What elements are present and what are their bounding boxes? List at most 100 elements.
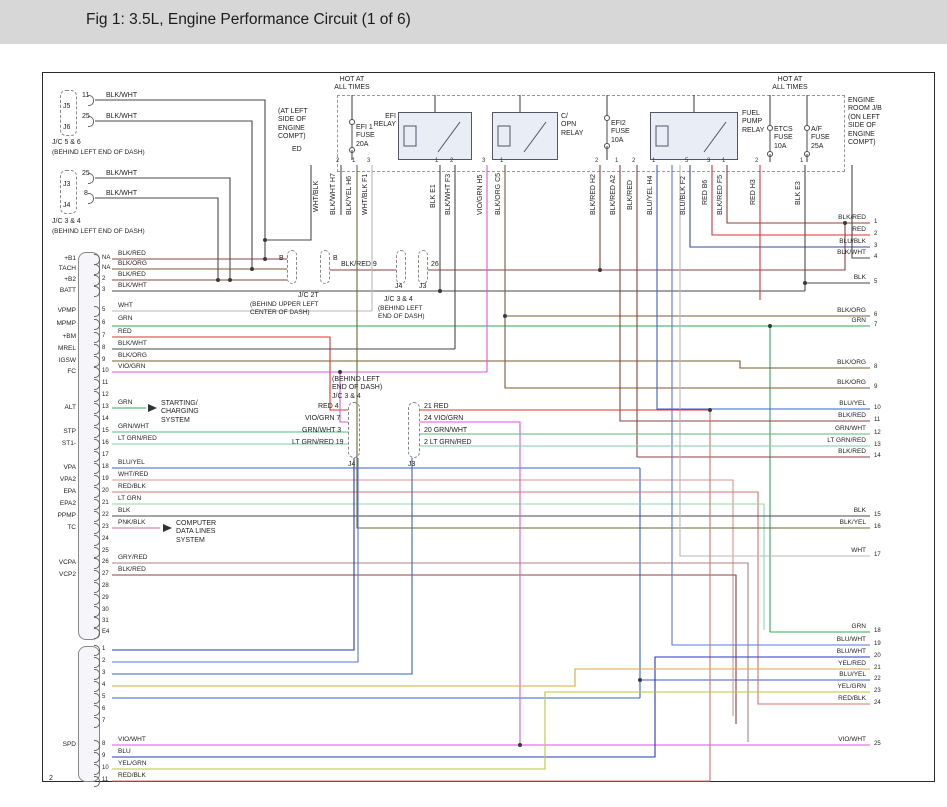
- wire-color-vertical-label: RED B6: [702, 180, 709, 205]
- jc34-mid-connector-right: [408, 402, 420, 458]
- wire-color-vertical-label: BLK E1: [430, 184, 437, 208]
- ecm-wire-color-label: GRN/WHT: [118, 423, 149, 430]
- wire-color-vertical-label: BLK/RED H2: [590, 174, 597, 215]
- right-wire-color-label: WHT: [851, 547, 866, 554]
- diagram-label: EFI 1 FUSE 20A: [356, 124, 375, 149]
- ecm-pin-number: 20: [102, 488, 109, 494]
- right-pin-number: 19: [874, 641, 881, 647]
- right-wire-color-label: BLK/YEL: [840, 519, 866, 526]
- terminal-number: 2: [595, 158, 598, 164]
- ecm-wire-color-label: BLK/WHT: [118, 282, 147, 289]
- jc34-top-connector-left: [396, 250, 406, 284]
- ecm-signal-label: +B2: [44, 276, 76, 283]
- ecm-signal-label: MREL: [44, 345, 76, 352]
- ecm-signal-label: MPMP: [44, 320, 76, 327]
- ecm-pin-number: 5: [102, 694, 105, 700]
- ecm-pin-number: 7: [102, 718, 105, 724]
- ecm-wire-color-label: GRY/RED: [118, 554, 148, 561]
- ecm-signal-label: VCPA: [44, 559, 76, 566]
- right-pin-number: 22: [874, 676, 881, 682]
- diagram-label: (AT LEFT SIDE OF ENGINE COMPT): [278, 108, 308, 142]
- diagram-label: EFI2 FUSE 10A: [611, 120, 630, 145]
- ecm-pin-number: 26: [102, 559, 109, 565]
- diagram-label: J/C 2T: [298, 292, 319, 300]
- wire-color-vertical-label: BLK/RED A2: [610, 175, 617, 215]
- ecm-pin-number: NA: [102, 265, 110, 271]
- right-pin-number: 3: [874, 243, 877, 249]
- right-wire-color-label: BLK: [854, 507, 866, 514]
- ecm-signal-label: FC: [44, 368, 76, 375]
- ecm-signal-label: SPD: [44, 741, 76, 748]
- diagram-label: GRN/WHT 3: [302, 427, 341, 435]
- right-wire-color-label: VIO/WHT: [838, 736, 866, 743]
- diagram-label: J3: [408, 461, 415, 469]
- ecm-pin-number: 17: [102, 452, 109, 458]
- right-wire-color-label: BLK/RED: [838, 412, 866, 419]
- ecm-signal-label: TACH: [44, 265, 76, 272]
- ecm-wire-color-label: BLU: [118, 748, 131, 755]
- right-pin-number: 15: [874, 512, 881, 518]
- terminal-number: 1: [800, 158, 803, 164]
- diagram-label: 2 LT GRN/RED: [424, 439, 472, 447]
- ecm-pin-number: 12: [102, 392, 109, 398]
- terminal-number: 1: [722, 158, 725, 164]
- ecm-pin-number: 21: [102, 500, 109, 506]
- terminal-number: 1: [435, 158, 438, 164]
- ecm-pin-number: 25: [102, 548, 109, 554]
- right-pin-number: 7: [874, 322, 877, 328]
- ecm-signal-label: EPA2: [44, 500, 76, 507]
- diagram-label: J/C 3 & 4: [384, 296, 413, 304]
- wire-color-vertical-label: BLK/WHT H7: [330, 173, 337, 215]
- right-wire-color-label: GRN: [852, 317, 866, 324]
- jc34-mid-connector-left: [348, 402, 360, 458]
- ecm-pin-number: 10: [102, 765, 109, 771]
- diagram-label: J4: [395, 283, 402, 291]
- terminal-number: 5: [685, 158, 688, 164]
- diagram-label: ETCS FUSE 10A: [774, 126, 793, 151]
- right-pin-number: 2: [874, 231, 877, 237]
- diagram-label: BLK/WHT: [106, 190, 137, 198]
- diagram-label: (BEHIND LEFT END OF DASH): [52, 228, 145, 236]
- ecm-signal-label: VPA: [44, 464, 76, 471]
- ecm-pin-number: 14: [102, 416, 109, 422]
- right-pin-number: 6: [874, 312, 877, 318]
- ecm-wire-color-label: WHT/RED: [118, 471, 148, 478]
- diagram-label: BLK/WHT: [106, 170, 137, 178]
- right-wire-color-label: BLK/ORG: [837, 359, 866, 366]
- ecm-pin-number: 2: [102, 658, 105, 664]
- pin-bracket: [94, 776, 100, 787]
- diagram-label: COMPUTER DATA LINES SYSTEM: [176, 520, 216, 545]
- diagram-label: STARTING/ CHARGING SYSTEM: [161, 400, 199, 425]
- diagram-label: J6: [63, 124, 70, 132]
- wire-color-vertical-label: VIO/GRN H5: [477, 175, 484, 215]
- wire-color-vertical-label: WHT/BLK: [313, 181, 320, 212]
- terminal-number: 3: [707, 158, 710, 164]
- right-wire-color-label: BLU/WHT: [837, 636, 866, 643]
- wire-color-vertical-label: BLK/ORG C5: [495, 173, 502, 215]
- wiring-diagram-canvas: HOT AT ALL TIMESHOT AT ALL TIMES(AT LEFT…: [0, 0, 947, 807]
- ecm-pin-number: 24: [102, 536, 109, 542]
- ecm-signal-label: +BM: [44, 333, 76, 340]
- right-wire-color-label: BLK/ORG: [837, 379, 866, 386]
- right-wire-color-label: BLK/ORG: [837, 307, 866, 314]
- diagram-label: VIO/GRN 7: [305, 415, 340, 423]
- ecm-pin-number: 11: [102, 380, 108, 386]
- right-pin-number: 13: [874, 442, 881, 448]
- right-pin-number: 14: [874, 453, 881, 459]
- right-wire-color-label: BLU/BLK: [839, 238, 866, 245]
- right-wire-color-label: YEL/RED: [838, 660, 866, 667]
- diagram-label: BLK/WHT: [106, 113, 137, 121]
- ecm-wire-color-label: GRN: [118, 315, 132, 322]
- wire-color-vertical-label: BLK/RED F5: [717, 175, 724, 215]
- ecm-pin-number: 13: [102, 404, 109, 410]
- right-pin-number: 8: [874, 364, 877, 370]
- ecm-pin-number: 31: [102, 618, 109, 624]
- ecm-signal-label: IGSW: [44, 357, 76, 364]
- ecm-pin-number: 3: [102, 287, 105, 293]
- diagram-label: (BEHIND LEFT END OF DASH): [52, 149, 145, 157]
- diagram-label: 24 VIO/GRN: [424, 415, 463, 423]
- terminal-number: 2: [632, 158, 635, 164]
- right-pin-number: 4: [874, 254, 877, 260]
- right-pin-number: 1: [874, 219, 877, 225]
- ecm-wire-color-label: VIO/GRN: [118, 363, 145, 370]
